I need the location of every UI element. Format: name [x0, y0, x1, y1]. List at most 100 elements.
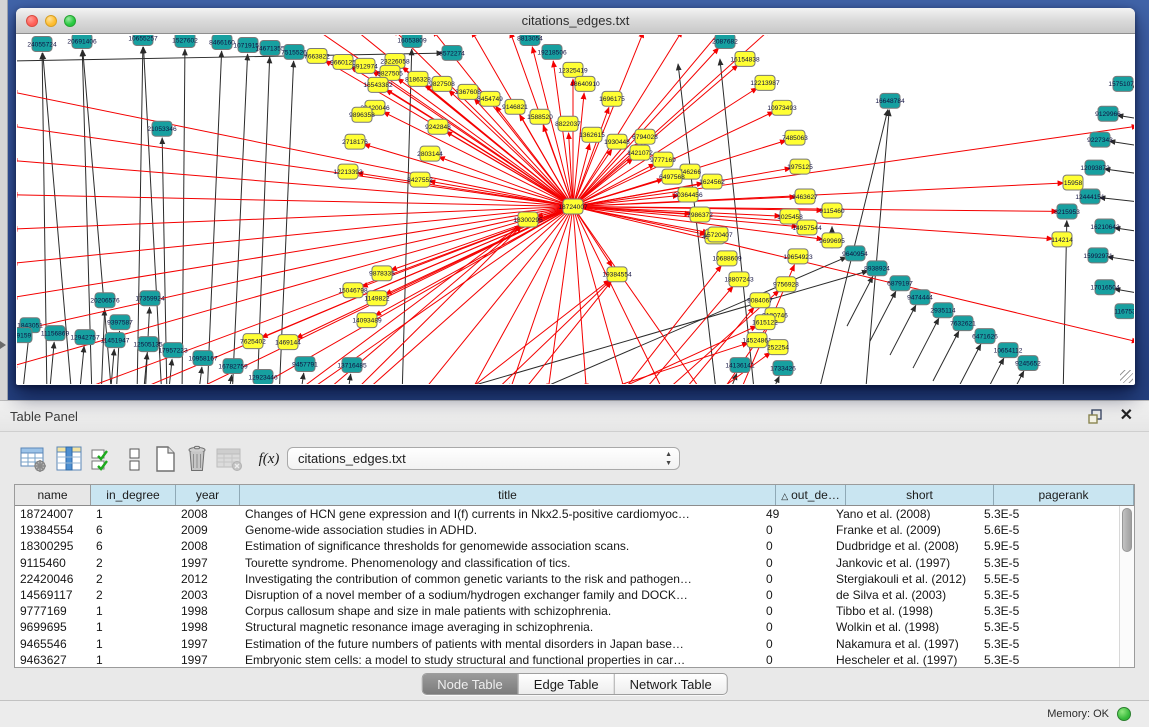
- graph-node[interactable]: 19654923: [783, 249, 813, 264]
- network-window-titlebar[interactable]: citations_edges.txt: [16, 8, 1135, 34]
- graph-edge[interactable]: [573, 183, 1064, 207]
- graph-edge[interactable]: [933, 331, 959, 381]
- column-header-title[interactable]: title: [240, 485, 776, 505]
- table-row[interactable]: 946554611997Estimation of the future num…: [15, 636, 1119, 652]
- graph-node[interactable]: 14957544: [792, 220, 822, 235]
- graph-node[interactable]: 9777169: [650, 152, 676, 167]
- graph-node[interactable]: 16053809: [397, 35, 427, 47]
- graph-node[interactable]: 1624562: [699, 174, 725, 189]
- graph-edge[interactable]: [182, 49, 185, 384]
- graph-node[interactable]: 10654112: [994, 343, 1023, 358]
- graph-edge[interactable]: [49, 342, 54, 384]
- column-header-in_degree[interactable]: in_degree: [91, 485, 176, 505]
- graph-node[interactable]: 16648784: [875, 93, 905, 108]
- graph-node[interactable]: 14093489: [352, 313, 382, 328]
- table-row[interactable]: 1830029562008Estimation of significance …: [15, 538, 1119, 554]
- graph-node[interactable]: 7632621: [950, 316, 976, 331]
- graph-node[interactable]: 2718176: [342, 134, 368, 149]
- graph-node[interactable]: 9129966: [1095, 106, 1121, 121]
- graph-node[interactable]: 6794028: [632, 129, 658, 144]
- graph-edge[interactable]: [17, 207, 573, 230]
- graph-node[interactable]: 9242848: [425, 119, 451, 134]
- graph-edge[interactable]: [17, 160, 573, 206]
- graph-node[interactable]: 6879197: [887, 276, 913, 291]
- graph-edge[interactable]: [890, 305, 916, 355]
- graph-edge[interactable]: [487, 281, 611, 384]
- graph-node[interactable]: 9146821: [502, 99, 528, 114]
- graph-node[interactable]: 24055724: [27, 36, 57, 51]
- graph-node[interactable]: 9896358: [349, 107, 375, 122]
- graph-node[interactable]: 9115460: [819, 203, 844, 218]
- graph-node[interactable]: 8912974: [352, 58, 378, 73]
- graph-edge[interactable]: [471, 207, 573, 384]
- graph-node[interactable]: 9756928: [773, 277, 799, 292]
- graph-node[interactable]: 9878335: [369, 266, 395, 281]
- vertical-scrollbar[interactable]: [1119, 506, 1134, 667]
- graph-node[interactable]: 2087682: [712, 35, 738, 48]
- network-canvas[interactable]: 2405572420691406106552571527602846616010…: [17, 35, 1134, 384]
- graph-edge[interactable]: [573, 35, 644, 207]
- graph-node[interactable]: 114214: [1051, 232, 1073, 247]
- table-row[interactable]: 1872400712008Changes of HCN gene express…: [15, 506, 1119, 522]
- graph-edge[interactable]: [347, 374, 351, 384]
- scrollbar-thumb[interactable]: [1122, 508, 1132, 552]
- graph-edge[interactable]: [101, 309, 105, 384]
- graph-node[interactable]: 8427552: [407, 172, 433, 187]
- graph-node[interactable]: 1696175: [599, 91, 625, 106]
- table-row[interactable]: 977716911998Corpus callosum shape and si…: [15, 603, 1119, 619]
- graph-node[interactable]: 11156869: [41, 326, 70, 341]
- graph-node[interactable]: 8813054: [517, 35, 543, 45]
- graph-edge[interactable]: [955, 344, 981, 384]
- column-header-short[interactable]: short: [846, 485, 994, 505]
- table-row[interactable]: 2242004622012Investigating the contribut…: [15, 571, 1119, 587]
- graph-node[interactable]: 8822037: [555, 116, 581, 131]
- graph-node[interactable]: 8186328: [405, 71, 431, 86]
- graph-node[interactable]: 16782759: [218, 359, 248, 374]
- graph-node[interactable]: 10958167: [188, 351, 218, 366]
- tab-node-table[interactable]: Node Table: [422, 674, 518, 694]
- graph-node[interactable]: 7485063: [782, 130, 808, 145]
- graph-node[interactable]: 9084067: [747, 293, 773, 308]
- graph-node[interactable]: 15958: [1063, 175, 1083, 190]
- graph-node[interactable]: 1733426: [770, 361, 796, 376]
- graph-edge[interactable]: [913, 318, 939, 368]
- graph-edge[interactable]: [17, 195, 573, 207]
- collapse-arrow-icon[interactable]: [0, 341, 6, 349]
- graph-node[interactable]: 9474444: [907, 290, 933, 305]
- select-column-icon[interactable]: [54, 444, 84, 474]
- graph-edge[interactable]: [143, 47, 162, 384]
- graph-node[interactable]: 7986372: [687, 207, 713, 222]
- graph-node[interactable]: 12325419: [558, 62, 588, 77]
- graph-node[interactable]: 1527602: [172, 35, 198, 47]
- graph-node[interactable]: 9699695: [819, 233, 845, 248]
- graph-edge[interactable]: [474, 98, 573, 206]
- graph-node[interactable]: 12444151: [1075, 189, 1105, 204]
- column-header-year[interactable]: year: [176, 485, 240, 505]
- graph-edge[interactable]: [637, 286, 733, 384]
- graph-node[interactable]: 6471626: [972, 329, 998, 344]
- graph-edge[interactable]: [79, 346, 84, 384]
- table-row[interactable]: 946362711997Embryonic stem cells: a mode…: [15, 652, 1119, 667]
- graph-edge[interactable]: [364, 207, 573, 384]
- graph-node[interactable]: 12093872: [1080, 160, 1110, 175]
- graph-edge[interactable]: [168, 359, 172, 384]
- graph-node[interactable]: 8215953: [1054, 204, 1080, 219]
- graph-edge[interactable]: [573, 93, 584, 207]
- graph-edge[interactable]: [769, 376, 779, 384]
- graph-edge[interactable]: [427, 271, 868, 384]
- graph-edge[interactable]: [300, 373, 304, 384]
- graph-node[interactable]: 7663822: [304, 48, 330, 63]
- tab-edge-table[interactable]: Edge Table: [518, 674, 614, 694]
- graph-edge[interactable]: [978, 358, 1004, 384]
- graph-edge[interactable]: [228, 375, 232, 384]
- graph-node[interactable]: 8572274: [439, 45, 465, 60]
- graph-node[interactable]: 17957223: [158, 343, 188, 358]
- graph-node[interactable]: 15720407: [703, 227, 733, 242]
- graph-edge[interactable]: [386, 90, 573, 207]
- graph-node[interactable]: 19218506: [537, 44, 567, 59]
- clear-row-selection-icon[interactable]: [120, 444, 150, 474]
- column-header-out_de[interactable]: △out_de…: [776, 485, 846, 505]
- new-table-icon[interactable]: [150, 444, 180, 474]
- graph-edge[interactable]: [573, 207, 586, 384]
- graph-node[interactable]: 20364456: [673, 187, 703, 202]
